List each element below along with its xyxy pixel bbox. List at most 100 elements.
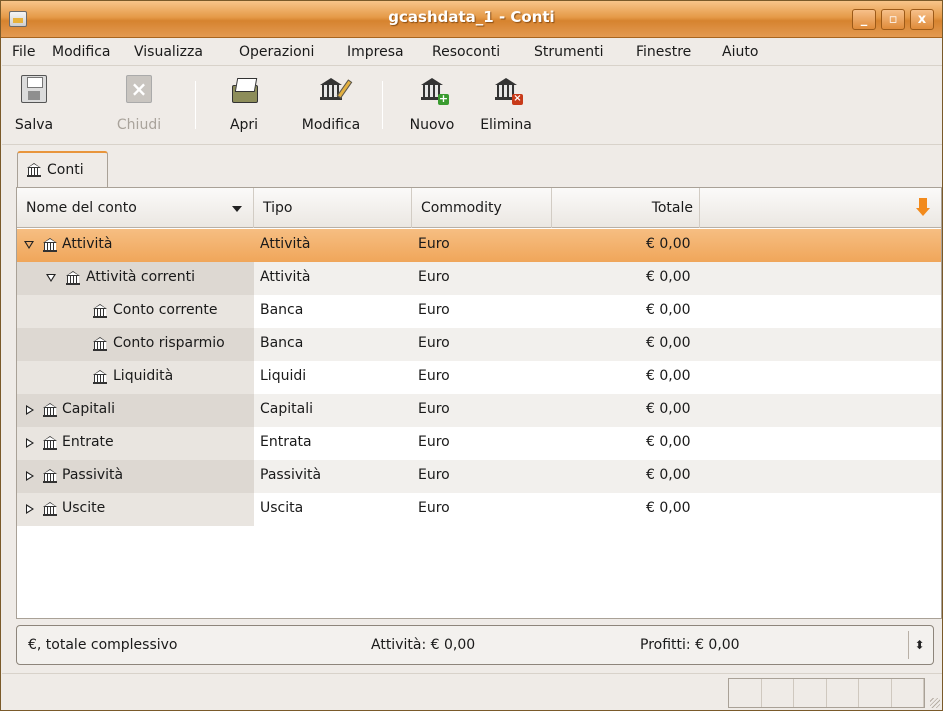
- account-total: € 0,00: [646, 401, 691, 417]
- close-window-button[interactable]: x: [910, 9, 934, 30]
- menu-resoconti[interactable]: Resoconti: [432, 44, 500, 60]
- account-total: € 0,00: [646, 467, 691, 483]
- expand-arrow-icon[interactable]: [26, 471, 34, 481]
- menu-aiuto[interactable]: Aiuto: [722, 44, 758, 60]
- edit-label: Modifica: [301, 117, 361, 133]
- new-label: Nuovo: [409, 117, 455, 133]
- open-label: Apri: [229, 117, 259, 133]
- account-name: Entrate: [62, 434, 114, 450]
- column-header-name-label: Nome del conto: [26, 200, 137, 216]
- close-icon: ×: [126, 75, 152, 103]
- title-bar[interactable]: gcashdata_1 - Conti _ ▫ x: [1, 1, 942, 38]
- tab-strip: Conti: [2, 146, 942, 188]
- account-name: Conto corrente: [113, 302, 218, 318]
- close-label: Chiudi: [116, 117, 162, 133]
- bank-icon: [93, 337, 107, 351]
- edit-button[interactable]: Modifica: [294, 75, 368, 141]
- status-bar: [2, 673, 942, 710]
- account-commodity: Euro: [418, 302, 450, 318]
- bank-delete-icon: ×: [493, 75, 523, 105]
- tree-row-capitali[interactable]: Capitali Capitali Euro € 0,00: [17, 394, 941, 427]
- save-icon: [21, 75, 47, 103]
- expand-arrow-icon[interactable]: [26, 438, 34, 448]
- account-total: € 0,00: [646, 335, 691, 351]
- delete-account-button[interactable]: × Elimina: [474, 75, 538, 141]
- maximize-button[interactable]: ▫: [881, 9, 905, 30]
- collapse-arrow-icon[interactable]: [46, 274, 56, 282]
- toolbar-separator: [382, 81, 383, 129]
- summary-spin-icon[interactable]: ⬍: [908, 631, 930, 659]
- account-type: Banca: [260, 335, 304, 351]
- tree-header: Nome del conto Tipo Commodity Totale: [17, 188, 941, 228]
- column-header-commodity[interactable]: Commodity: [412, 188, 552, 228]
- account-type: Liquidi: [260, 368, 307, 384]
- minimize-button[interactable]: _: [852, 9, 876, 30]
- account-name: Liquidità: [113, 368, 174, 384]
- account-total: € 0,00: [646, 500, 691, 516]
- tree-row-conto-corrente[interactable]: Conto corrente Banca Euro € 0,00: [17, 295, 941, 328]
- summary-currency-label: €, totale complessivo: [28, 637, 178, 653]
- menu-bar: File Modifica Visualizza Operazioni Impr…: [2, 39, 942, 66]
- accounts-tree[interactable]: Nome del conto Tipo Commodity Totale Att…: [16, 187, 942, 619]
- menu-impresa[interactable]: Impresa: [347, 44, 404, 60]
- account-commodity: Euro: [418, 236, 450, 252]
- delete-label: Elimina: [480, 117, 532, 133]
- column-header-name[interactable]: Nome del conto: [17, 188, 254, 228]
- tree-row-conto-risparmio[interactable]: Conto risparmio Banca Euro € 0,00: [17, 328, 941, 361]
- menu-finestre[interactable]: Finestre: [636, 44, 691, 60]
- account-name: Attività correnti: [86, 269, 195, 285]
- window-title: gcashdata_1 - Conti: [388, 8, 555, 26]
- bank-icon: [93, 370, 107, 384]
- account-type: Entrata: [260, 434, 312, 450]
- tree-row-liquidita[interactable]: Liquidità Liquidi Euro € 0,00: [17, 361, 941, 394]
- open-button[interactable]: Apri: [220, 75, 268, 141]
- bank-icon: [43, 469, 57, 483]
- tree-row-attivita[interactable]: Attività Attività Euro € 0,00: [17, 229, 941, 262]
- account-name: Uscite: [62, 500, 106, 516]
- expand-arrow-icon[interactable]: [26, 504, 34, 514]
- menu-strumenti[interactable]: Strumenti: [534, 44, 604, 60]
- column-selector-arrow-icon[interactable]: [916, 198, 930, 218]
- save-button[interactable]: Salva: [8, 75, 60, 141]
- account-type: Attività: [260, 269, 311, 285]
- resize-grip-icon[interactable]: [930, 698, 940, 708]
- column-header-type[interactable]: Tipo: [254, 188, 412, 228]
- tab-conti[interactable]: Conti: [17, 151, 108, 188]
- account-commodity: Euro: [418, 467, 450, 483]
- summary-assets: Attività: € 0,00: [371, 637, 476, 653]
- column-header-total[interactable]: Totale: [552, 188, 700, 228]
- account-type: Passività: [260, 467, 322, 483]
- account-type: Banca: [260, 302, 304, 318]
- toolbar: Salva × Chiudi Apri Modifica + Nuovo × E…: [2, 67, 942, 145]
- tree-row-passivita[interactable]: Passività Passività Euro € 0,00: [17, 460, 941, 493]
- menu-modifica[interactable]: Modifica: [52, 44, 111, 60]
- account-commodity: Euro: [418, 368, 450, 384]
- account-name: Capitali: [62, 401, 115, 417]
- tree-row-entrate[interactable]: Entrate Entrata Euro € 0,00: [17, 427, 941, 460]
- menu-operazioni[interactable]: Operazioni: [239, 44, 314, 60]
- menu-file[interactable]: File: [12, 44, 35, 60]
- account-commodity: Euro: [418, 500, 450, 516]
- sort-descending-icon: [232, 206, 242, 212]
- tree-row-uscite[interactable]: Uscite Uscita Euro € 0,00: [17, 493, 941, 526]
- expand-arrow-icon[interactable]: [26, 405, 34, 415]
- collapse-arrow-icon[interactable]: [24, 241, 34, 249]
- bank-add-icon: +: [419, 75, 449, 105]
- account-total: € 0,00: [646, 269, 691, 285]
- close-button[interactable]: × Chiudi: [110, 75, 168, 141]
- new-account-button[interactable]: + Nuovo: [404, 75, 460, 141]
- bank-icon: [66, 271, 80, 285]
- tree-row-attivita-correnti[interactable]: Attività correnti Attività Euro € 0,00: [17, 262, 941, 295]
- toolbar-separator: [195, 81, 196, 129]
- account-total: € 0,00: [646, 302, 691, 318]
- account-commodity: Euro: [418, 434, 450, 450]
- save-label: Salva: [14, 117, 54, 133]
- menu-visualizza[interactable]: Visualizza: [134, 44, 203, 60]
- account-total: € 0,00: [646, 434, 691, 450]
- summary-bar[interactable]: €, totale complessivo Attività: € 0,00 P…: [16, 625, 934, 665]
- bank-icon: [43, 502, 57, 516]
- tab-conti-label: Conti: [47, 162, 84, 178]
- bank-icon: [43, 436, 57, 450]
- progress-bar: [728, 678, 925, 708]
- account-type: Attività: [260, 236, 311, 252]
